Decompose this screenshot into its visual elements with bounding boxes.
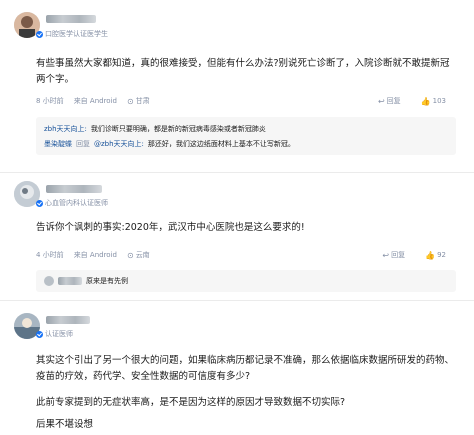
verification-text: 口腔医学认证医学生 [45, 30, 108, 38]
reply-text: 我们诊断只要明确，都是新的新冠病毒感染或者新冠肺炎 [90, 125, 266, 133]
comment-text: 告诉你个讽刺的事实:2020年，武汉市中心医院也是这么要求的! [36, 222, 305, 233]
reply-1: zbh天天向上: 我们诊断只要明确，都是新的新冠病毒感染或者新冠肺炎 [44, 124, 266, 134]
reply-target[interactable]: @zbh天天向上: [94, 139, 144, 149]
verified-icon [36, 30, 43, 38]
verification-text: 心血管内科认证医师 [45, 199, 108, 207]
location-text: 甘肃 [135, 97, 150, 105]
reply-2: 墨染靛蝶 回复 @zbh天天向上: 那还好，我们这边纸面材料上基本不让写新冠。 [44, 139, 295, 149]
verification-text: 认证医师 [45, 330, 73, 338]
reply-label: 回复 [386, 97, 401, 105]
comment-time: 8 小时前 [36, 97, 64, 105]
author-name-blurred[interactable] [46, 15, 96, 23]
reply-thread: 原来是有先例 [36, 270, 456, 292]
like-button[interactable]: 👍 103 [421, 97, 446, 106]
reply-label: 回复 [391, 251, 406, 259]
comment-location: ⊙ 甘肃 [127, 96, 150, 106]
reply-button[interactable]: ↩ 回复 [382, 250, 405, 260]
comment-meta: 4 小时前 来自 Android ⊙ 云南 ↩ 回复 👍 92 [36, 249, 456, 261]
reply-icon: ↩ [377, 96, 385, 106]
comment-actions: ↩ 回复 👍 92 [382, 250, 456, 260]
author-name-blurred[interactable] [46, 185, 102, 193]
like-button[interactable]: 👍 92 [425, 251, 446, 260]
comment-1: 口腔医学认证医学生 有些事虽然大家都知道，真的很难接受，但能有什么办法?别说死亡… [0, 0, 474, 172]
thumb-up-icon: 👍 [420, 96, 431, 106]
verified-icon [36, 330, 43, 338]
reply-button[interactable]: ↩ 回复 [378, 96, 401, 106]
comment-actions: ↩ 回复 👍 103 [378, 96, 456, 106]
reply-text: 那还好，我们这边纸面材料上基本不让写新冠。 [147, 140, 295, 148]
verified-icon [36, 199, 43, 207]
comment-2: 心血管内科认证医师 告诉你个讽刺的事实:2020年，武汉市中心医院也是这么要求的… [0, 173, 474, 300]
verification-badge: 口腔医学认证医学生 [36, 29, 108, 39]
verification-badge: 认证医师 [36, 329, 73, 339]
comment-paragraph-3: 后果不堪设想 [36, 419, 94, 430]
comment-paragraph-2: 此前专家提到的无症状率高，是不是因为这样的原因才导致数据不切实际? [36, 397, 346, 408]
thumb-up-icon: 👍 [425, 250, 436, 260]
reply-thread: zbh天天向上: 我们诊断只要明确，都是新的新冠病毒感染或者新冠肺炎 墨染靛蝶 … [36, 117, 456, 155]
reply-action: 回复 [76, 140, 90, 148]
author-name-blurred[interactable] [46, 316, 90, 324]
reply-author-blurred[interactable] [58, 277, 82, 285]
reply-author[interactable]: zbh天天向上: [44, 124, 87, 134]
comment-text: 有些事虽然大家都知道，真的很难接受，但能有什么办法?别说死亡诊断了，入院诊断就不… [36, 58, 450, 85]
comment-location: ⊙ 云南 [127, 250, 150, 260]
reply-1: 原来是有先例 [44, 276, 128, 286]
reply-avatar[interactable] [44, 276, 54, 286]
reply-author[interactable]: 墨染靛蝶 [44, 139, 72, 149]
comment-paragraph-1: 其实这个引出了另一个很大的问题，如果临床病历都记录不准确，那么依据临床数据所研发… [36, 355, 455, 382]
comment-source: 来自 Android [73, 97, 117, 105]
comment-meta: 8 小时前 来自 Android ⊙ 甘肃 ↩ 回复 👍 103 [36, 95, 456, 107]
like-count: 92 [437, 251, 446, 259]
comment-time: 4 小时前 [36, 251, 64, 259]
comment-3: 认证医师 其实这个引出了另一个很大的问题，如果临床病历都记录不准确，那么依据临床… [0, 301, 474, 435]
location-icon: ⊙ [126, 250, 134, 260]
like-count: 103 [432, 97, 446, 105]
reply-text: 原来是有先例 [86, 277, 128, 285]
comment-source: 来自 Android [73, 251, 117, 259]
verification-badge: 心血管内科认证医师 [36, 198, 108, 208]
location-text: 云南 [135, 251, 150, 259]
location-icon: ⊙ [126, 96, 134, 106]
reply-icon: ↩ [382, 250, 390, 260]
